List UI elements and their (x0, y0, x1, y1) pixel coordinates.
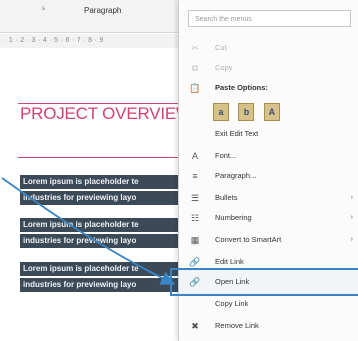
submenu-arrow-icon: › (350, 194, 353, 201)
menu-item-label: Font... (215, 151, 237, 160)
menu-item-label: Remove Link (215, 321, 259, 330)
menu-item-paste-options: 📋 Paste Options: (179, 78, 358, 98)
paste-merge-formatting-icon[interactable]: b (238, 103, 255, 121)
remove-link-icon: ✖ (191, 321, 199, 331)
menu-item-cut[interactable]: ✂ Cut (179, 38, 358, 58)
menu-item-label: Exit Edit Text (215, 129, 259, 138)
selected-text-line[interactable]: Lorem ipsum is placeholder te (20, 262, 190, 276)
submenu-arrow-icon: › (350, 236, 353, 243)
menu-item-copy-link[interactable]: Copy Link (179, 294, 358, 314)
document-heading[interactable]: PROJECT OVERVIEW (20, 104, 192, 124)
numbering-icon: ☷ (190, 213, 200, 223)
paste-options-row: a b A (213, 102, 285, 121)
menu-item-remove-link[interactable]: ✖ Remove Link (179, 316, 358, 336)
menu-item-label: Paste Options: (215, 83, 268, 92)
clipboard-icon: 📋 (189, 83, 201, 93)
menu-item-numbering[interactable]: ☷ Numbering › (179, 208, 358, 228)
menu-item-label: Convert to SmartArt (215, 235, 282, 244)
menu-item-bullets[interactable]: ☰ Bullets › (179, 188, 358, 208)
search-menus-input[interactable]: Search the menus (188, 10, 351, 27)
ribbon: ⁵ Paragraph (0, 0, 190, 33)
copy-icon: ⧉ (191, 63, 199, 73)
menu-item-exit-edit-text[interactable]: Exit Edit Text (179, 124, 358, 144)
open-link-highlight-box (170, 268, 358, 296)
dialog-launcher-icon[interactable]: ⁵ (42, 5, 45, 14)
menu-item-label: Bullets (215, 193, 238, 202)
menu-item-convert-to-smartart[interactable]: ▦ Convert to SmartArt › (179, 230, 358, 250)
menu-item-label: Numbering (215, 213, 252, 222)
menu-item-copy[interactable]: ⧉ Copy (179, 58, 358, 78)
word-window: ⁵ Paragraph · 1 · 2 · 3 · 4 · 5 · 6 · 7 … (0, 0, 358, 341)
selected-text-line[interactable]: industries for previewing layo (20, 191, 190, 205)
paragraph-icon: ≡ (192, 171, 198, 181)
selected-text-line[interactable]: Lorem ipsum is placeholder te (20, 218, 190, 232)
menu-item-paragraph[interactable]: ≡ Paragraph... (179, 166, 358, 186)
submenu-arrow-icon: › (350, 214, 353, 221)
bullets-icon: ☰ (190, 193, 200, 203)
menu-item-label: Copy Link (215, 299, 249, 308)
selected-text-line[interactable]: industries for previewing layo (20, 234, 190, 248)
edit-link-icon: 🔗 (189, 257, 201, 267)
ruler: · 1 · 2 · 3 · 4 · 5 · 6 · 7 · 8 · 9 (0, 34, 194, 49)
smartart-icon: ▦ (190, 235, 200, 245)
menu-item-label: Paragraph... (215, 171, 257, 180)
paste-text-only-icon[interactable]: A (263, 103, 280, 121)
heading-bottom-rule (18, 157, 190, 158)
paragraph-group-label: Paragraph (84, 6, 122, 15)
scissors-icon: ✂ (191, 43, 199, 53)
selected-text-line[interactable]: industries for previewing layo (20, 278, 190, 292)
menu-item-label: Cut (215, 43, 227, 52)
font-icon: A (191, 151, 198, 161)
menu-item-font[interactable]: A Font... (179, 146, 358, 166)
menu-item-label: Copy (215, 63, 233, 72)
paste-keep-formatting-icon[interactable]: a (213, 103, 229, 121)
selected-text-line[interactable]: Lorem ipsum is placeholder te (20, 175, 190, 189)
